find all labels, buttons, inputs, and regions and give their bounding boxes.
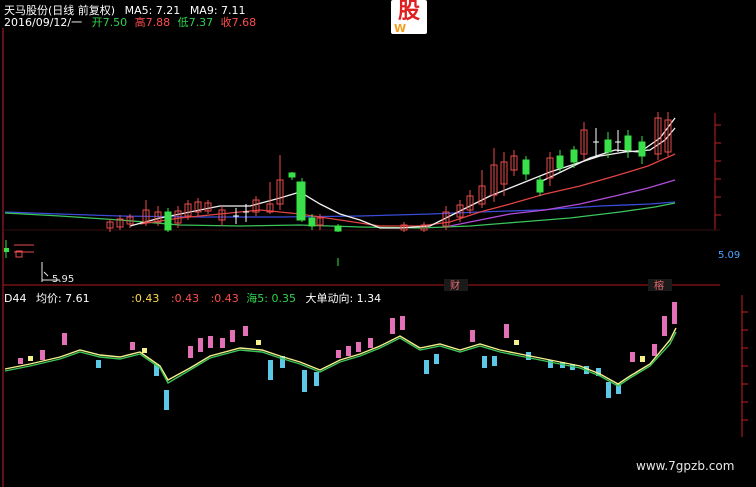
avg-price-value: 均价: 7.61	[35, 292, 90, 305]
indicator-header: D44 均价: 7.61 :0.43 :0.43 :0.43 海5: 0.35 …	[4, 290, 381, 306]
right-axis-value: 5.09	[718, 250, 741, 261]
finance-tag[interactable]: 财	[450, 277, 460, 292]
candlesticks	[106, 112, 672, 232]
indicator-value-2: :0.43	[170, 292, 200, 305]
indicator-name: D44	[4, 292, 27, 305]
right-axis-ticks	[715, 124, 721, 216]
indicator-line-green	[4, 331, 677, 387]
site-watermark: www.7gpzb.com	[636, 459, 735, 473]
kline-chart-canvas[interactable]	[0, 0, 756, 487]
ma-white-line	[129, 127, 676, 229]
indicator-value-3: :0.43	[210, 292, 239, 305]
indicator-axis-ticks	[742, 311, 748, 421]
margin-tag[interactable]: 榕	[654, 277, 664, 292]
low-price-marker: 5.95	[52, 274, 75, 285]
big-order-value: 大单动向: 1.34	[305, 292, 382, 305]
indicator-value-1: :0.43	[131, 292, 160, 305]
hai5-value: 海5: 0.35	[246, 292, 296, 305]
ma-blue-line	[4, 201, 676, 218]
ma-lines	[4, 117, 676, 229]
